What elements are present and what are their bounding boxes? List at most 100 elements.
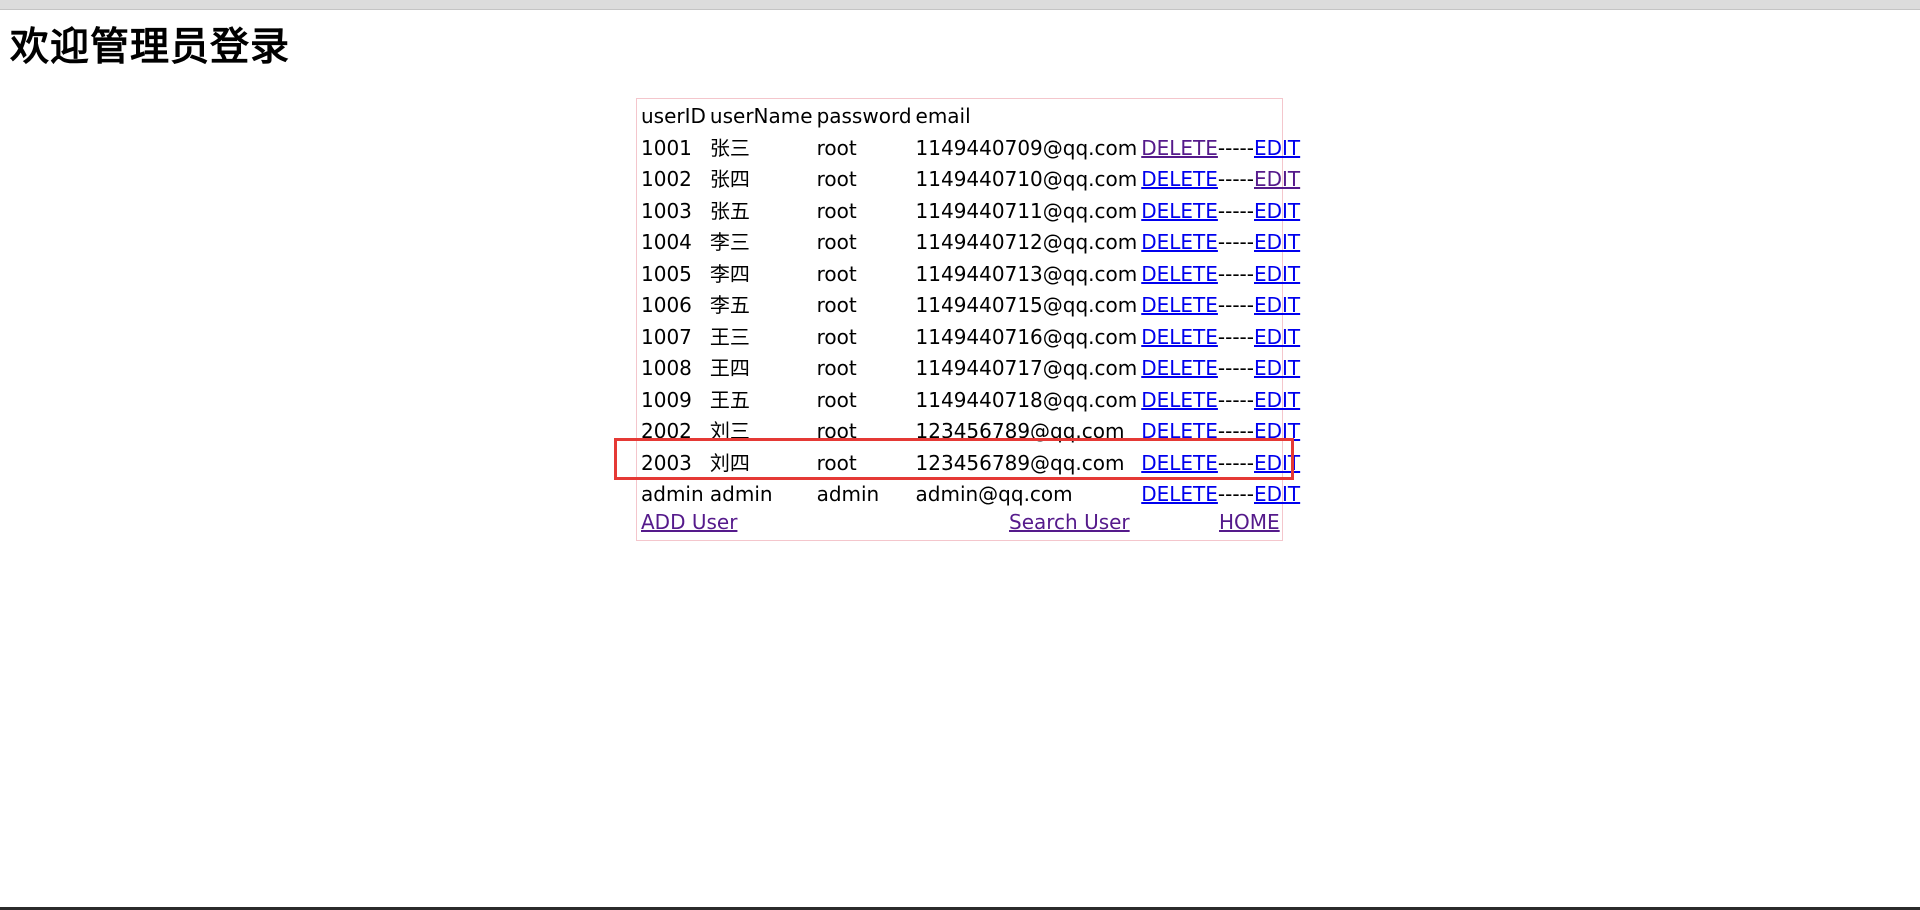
search-user-link[interactable]: Search User xyxy=(1009,507,1130,537)
cell-email: 1149440716@qq.com xyxy=(915,324,1138,349)
edit-link[interactable]: EDIT xyxy=(1254,356,1300,380)
edit-link[interactable]: EDIT xyxy=(1254,293,1300,317)
delete-link[interactable]: DELETE xyxy=(1141,167,1218,191)
action-separator: ----- xyxy=(1217,135,1254,160)
cell-userid: 1002 xyxy=(641,167,692,191)
cell-password: root xyxy=(816,293,857,317)
action-separator: ----- xyxy=(1217,482,1254,506)
cell-password: root xyxy=(816,135,857,160)
cell-username: 王三 xyxy=(709,324,750,349)
cell-email: 123456789@qq.com xyxy=(915,419,1125,443)
cell-userid: 1005 xyxy=(641,261,692,286)
user-table-container: userID userName password email 1001 张三 r… xyxy=(636,98,1300,541)
cell-username: 张四 xyxy=(709,167,750,191)
action-separator: ----- xyxy=(1217,293,1254,317)
edit-link[interactable]: EDIT xyxy=(1254,451,1300,475)
table-row: 1007 王三 root 1149440716@qq.com DELETE---… xyxy=(640,322,1303,354)
action-separator: ----- xyxy=(1217,356,1254,380)
cell-email: 1149440717@qq.com xyxy=(915,356,1138,380)
add-user-link[interactable]: ADD User xyxy=(641,507,737,537)
edit-link[interactable]: EDIT xyxy=(1254,419,1300,443)
cell-userid: 1004 xyxy=(641,230,692,254)
header-userid: userID xyxy=(641,104,706,128)
delete-link[interactable]: DELETE xyxy=(1141,199,1218,223)
page-title: 欢迎管理员登录 xyxy=(10,25,291,70)
cell-email: 1149440713@qq.com xyxy=(915,261,1138,286)
delete-link[interactable]: DELETE xyxy=(1141,293,1218,317)
delete-link[interactable]: DELETE xyxy=(1141,262,1218,286)
cell-email: 1149440718@qq.com xyxy=(915,387,1138,412)
edit-link[interactable]: EDIT xyxy=(1254,136,1300,160)
cell-password: root xyxy=(816,167,857,191)
cell-actions: DELETE-----EDIT xyxy=(1140,353,1303,385)
cell-username: admin xyxy=(709,482,773,506)
table-row: 1005 李四 root 1149440713@qq.com DELETE---… xyxy=(640,259,1303,291)
delete-link[interactable]: DELETE xyxy=(1141,325,1218,349)
cell-actions: DELETE-----EDIT xyxy=(1140,479,1303,511)
cell-password: root xyxy=(816,324,857,349)
cell-username: 李三 xyxy=(709,230,750,254)
edit-link[interactable]: EDIT xyxy=(1254,482,1300,506)
cell-password: root xyxy=(816,356,857,380)
browser-top-bar xyxy=(0,0,1920,10)
cell-username: 李五 xyxy=(709,293,750,317)
action-separator: ----- xyxy=(1217,198,1254,223)
cell-username: 张三 xyxy=(709,135,750,160)
header-username: userName xyxy=(709,104,813,128)
cell-email: 1149440712@qq.com xyxy=(915,230,1138,254)
delete-link[interactable]: DELETE xyxy=(1141,451,1218,475)
action-separator: ----- xyxy=(1217,324,1254,349)
delete-link[interactable]: DELETE xyxy=(1141,482,1218,506)
delete-link[interactable]: DELETE xyxy=(1141,230,1218,254)
table-row: 1003 张五 root 1149440711@qq.com DELETE---… xyxy=(640,196,1303,228)
cell-actions: DELETE-----EDIT xyxy=(1140,133,1303,165)
home-link[interactable]: HOME xyxy=(1219,507,1280,537)
table-row: 1006 李五 root 1149440715@qq.com DELETE---… xyxy=(640,290,1303,322)
action-separator: ----- xyxy=(1217,261,1254,286)
table-row: 1008 王四 root 1149440717@qq.com DELETE---… xyxy=(640,353,1303,385)
cell-actions: DELETE-----EDIT xyxy=(1140,164,1303,196)
cell-actions: DELETE-----EDIT xyxy=(1140,259,1303,291)
table-header-row: userID userName password email xyxy=(640,101,1303,133)
cell-userid: 1007 xyxy=(641,324,692,349)
action-separator: ----- xyxy=(1217,450,1254,475)
edit-link[interactable]: EDIT xyxy=(1254,325,1300,349)
header-actions xyxy=(1140,101,1303,133)
cell-userid: 1006 xyxy=(641,293,692,317)
edit-link[interactable]: EDIT xyxy=(1254,199,1300,223)
cell-username: 刘三 xyxy=(709,419,750,443)
table-row: 1002 张四 root 1149440710@qq.com DELETE---… xyxy=(640,164,1303,196)
edit-link[interactable]: EDIT xyxy=(1254,262,1300,286)
cell-userid: 2002 xyxy=(641,419,692,443)
action-separator: ----- xyxy=(1217,167,1254,191)
cell-password: root xyxy=(816,419,857,443)
cell-email: 1149440710@qq.com xyxy=(915,167,1138,191)
cell-password: root xyxy=(816,198,857,223)
cell-actions: DELETE-----EDIT xyxy=(1140,227,1303,259)
cell-username: 王五 xyxy=(709,387,750,412)
cell-password: root xyxy=(816,387,857,412)
delete-link[interactable]: DELETE xyxy=(1141,136,1218,160)
cell-email: 1149440709@qq.com xyxy=(915,135,1138,160)
delete-link[interactable]: DELETE xyxy=(1141,388,1218,412)
cell-email: 123456789@qq.com xyxy=(915,450,1125,475)
cell-actions: DELETE-----EDIT xyxy=(1140,416,1303,448)
edit-link[interactable]: EDIT xyxy=(1254,230,1300,254)
table-row: admin admin admin admin@qq.com DELETE---… xyxy=(640,479,1303,511)
cell-email: admin@qq.com xyxy=(915,482,1073,506)
table-row: 2002 刘三 root 123456789@qq.com DELETE----… xyxy=(640,416,1303,448)
table-row: 1001 张三 root 1149440709@qq.com DELETE---… xyxy=(640,133,1303,165)
cell-userid: 2003 xyxy=(641,450,692,475)
header-password: password xyxy=(816,104,912,128)
cell-actions: DELETE-----EDIT xyxy=(1140,290,1303,322)
delete-link[interactable]: DELETE xyxy=(1141,356,1218,380)
action-separator: ----- xyxy=(1217,230,1254,254)
table-row: 2003 刘四 root 123456789@qq.com DELETE----… xyxy=(640,448,1303,480)
edit-link[interactable]: EDIT xyxy=(1254,167,1300,191)
cell-username: 李四 xyxy=(709,261,750,286)
table-row: 1004 李三 root 1149440712@qq.com DELETE---… xyxy=(640,227,1303,259)
edit-link[interactable]: EDIT xyxy=(1254,388,1300,412)
delete-link[interactable]: DELETE xyxy=(1141,419,1218,443)
cell-username: 刘四 xyxy=(709,450,750,475)
cell-username: 王四 xyxy=(709,356,750,380)
